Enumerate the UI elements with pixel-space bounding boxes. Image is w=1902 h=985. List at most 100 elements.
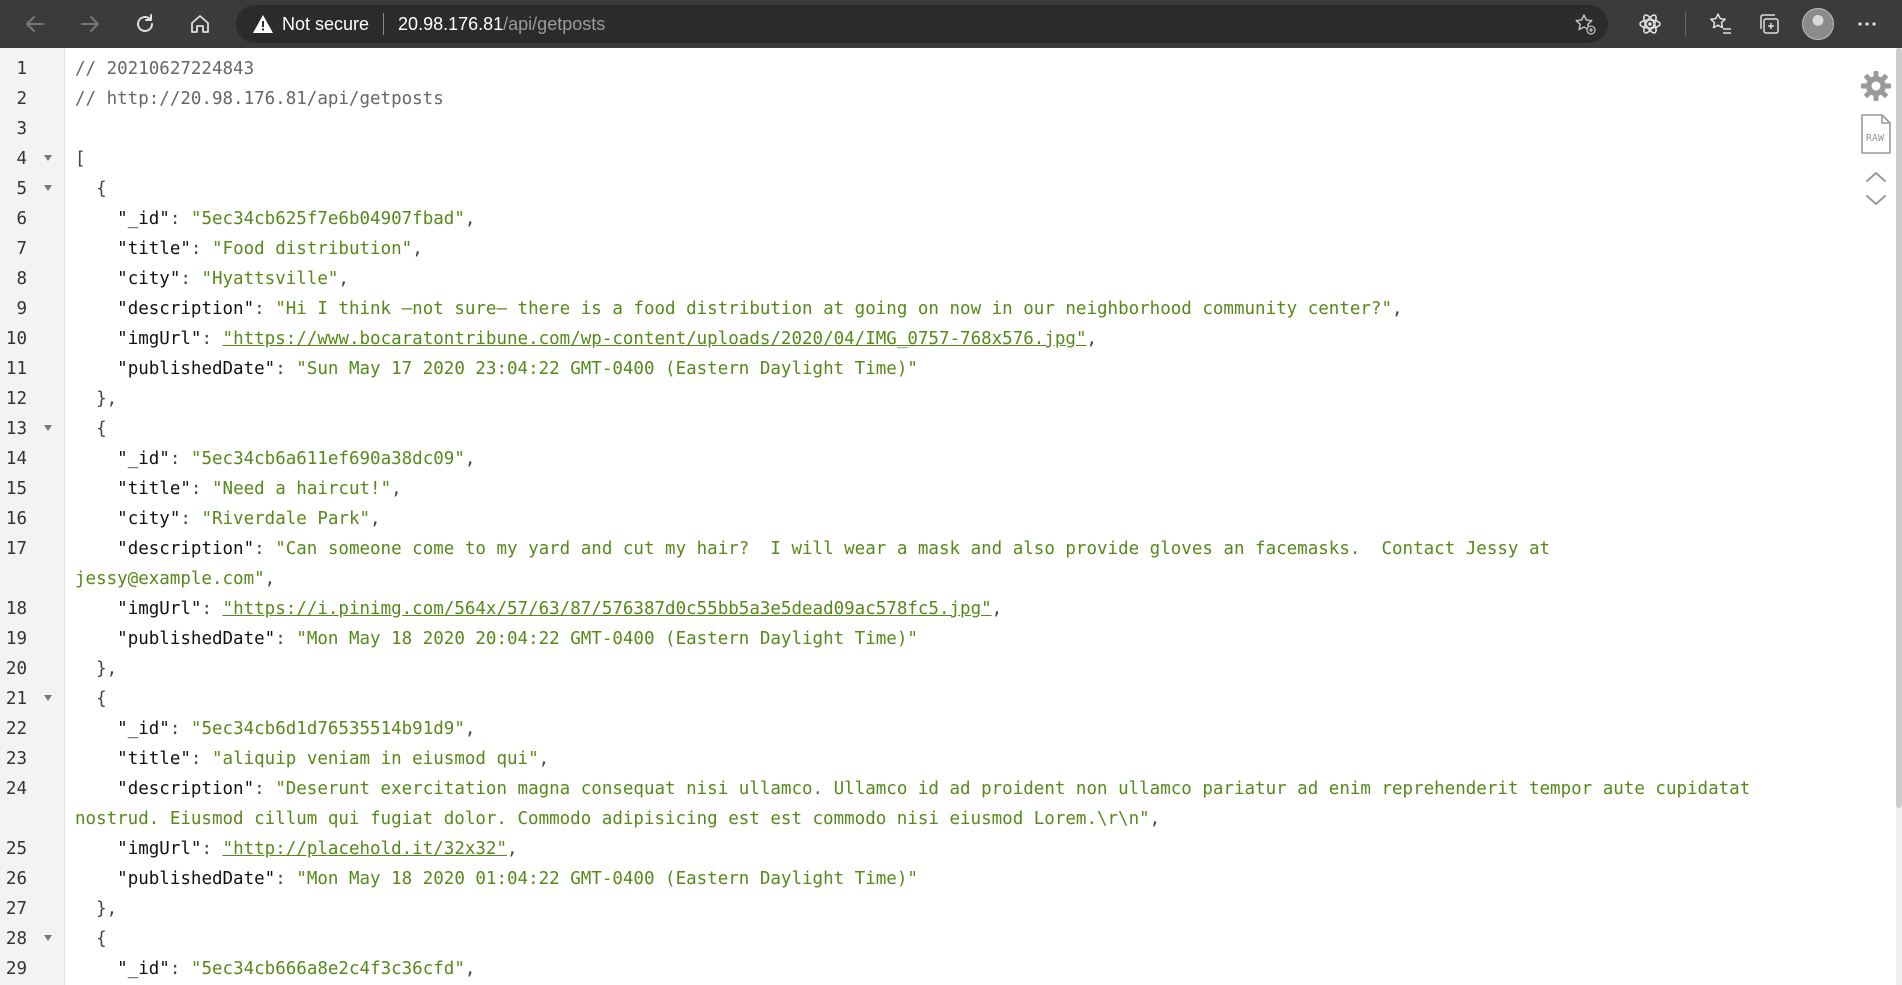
json-punctuation: , — [464, 209, 476, 229]
json-key: "_id" — [75, 449, 170, 469]
json-key: "imgUrl" — [75, 599, 202, 619]
arrow-left-icon — [26, 16, 44, 32]
code-line: 25 "imgUrl": "http://placehold.it/32x32"… — [0, 834, 1840, 864]
line-content: { — [75, 414, 1755, 444]
fold-toggle-icon[interactable] — [44, 425, 52, 431]
home-button[interactable] — [179, 3, 221, 45]
json-punctuation: : — [169, 959, 191, 979]
security-label[interactable]: Not secure — [282, 14, 369, 35]
line-number: 6 — [16, 209, 27, 229]
fold-toggle-icon[interactable] — [44, 935, 52, 941]
code-line: 10 "imgUrl": "https://www.bocaratontribu… — [0, 324, 1840, 354]
expand-all-button[interactable] — [1865, 191, 1887, 210]
json-punctuation: { — [75, 419, 107, 439]
json-string: "Can someone come to my yard and cut my … — [75, 539, 1561, 589]
json-punctuation: : — [190, 749, 212, 769]
json-punctuation: : — [275, 869, 297, 889]
json-string: "5ec34cb6d1d76535514b91d9" — [190, 719, 465, 739]
json-string: "Need a haircut!" — [212, 479, 392, 499]
json-key: "_id" — [75, 959, 170, 979]
line-content: "city": "Hyattsville", — [75, 264, 1755, 294]
line-number: 9 — [16, 299, 27, 319]
json-punctuation: : — [254, 299, 276, 319]
json-key: "city" — [75, 269, 181, 289]
line-content: "description": "Deserunt exercitation ma… — [75, 774, 1755, 834]
add-favorite-button[interactable] — [1574, 13, 1596, 39]
json-punctuation: , — [464, 719, 476, 739]
json-string: "5ec34cb625f7e6b04907fbad" — [190, 209, 465, 229]
collapse-all-button[interactable] — [1865, 168, 1887, 187]
nav-buttons — [0, 3, 221, 45]
line-content: "title": "Need a haircut!", — [75, 474, 1755, 504]
scrollbar-thumb[interactable] — [1896, 48, 1902, 808]
code-line: 22 "_id": "5ec34cb6d1d76535514b91d9", — [0, 714, 1840, 744]
line-number: 27 — [5, 899, 27, 919]
extension-button[interactable] — [1629, 3, 1671, 45]
line-content: "imgUrl": "https://i.pinimg.com/564x/57/… — [75, 594, 1755, 624]
line-number: 29 — [5, 959, 27, 979]
json-punctuation: , — [264, 569, 276, 589]
json-punctuation: { — [75, 929, 107, 949]
line-number: 25 — [5, 839, 27, 859]
line-content: "imgUrl": "https://www.bocaratontribune.… — [75, 324, 1755, 354]
json-punctuation: : — [201, 839, 223, 859]
code-line: 16 "city": "Riverdale Park", — [0, 504, 1840, 534]
settings-button[interactable] — [1858, 68, 1894, 104]
json-punctuation: : — [190, 239, 212, 259]
gear-icon — [1861, 71, 1891, 101]
line-content: "title": "Food distribution", — [75, 234, 1755, 264]
line-content: "publishedDate": "Mon May 18 2020 20:04:… — [75, 624, 1755, 654]
json-punctuation: : — [169, 719, 191, 739]
json-key: "description" — [75, 779, 255, 799]
json-punctuation: , — [991, 599, 1003, 619]
line-content: // http://20.98.176.81/api/getposts — [75, 84, 1755, 114]
json-url-link[interactable]: "https://www.bocaratontribune.com/wp-con… — [223, 329, 1087, 349]
json-key: "title" — [75, 479, 191, 499]
line-number: 20 — [5, 659, 27, 679]
json-punctuation: : — [180, 269, 202, 289]
json-punctuation: : — [201, 329, 223, 349]
line-content: "title": "aliquip veniam in eiusmod qui"… — [75, 744, 1755, 774]
json-string: "Mon May 18 2020 20:04:22 GMT-0400 (East… — [296, 629, 918, 649]
code-line: 8 "city": "Hyattsville", — [0, 264, 1840, 294]
chevron-up-icon — [1866, 172, 1886, 182]
fold-toggle-icon[interactable] — [44, 185, 52, 191]
code-line: 4[ — [0, 144, 1840, 174]
fold-toggle-icon[interactable] — [44, 155, 52, 161]
url-text[interactable]: 20.98.176.81/api/getposts — [398, 14, 605, 35]
address-bar[interactable]: Not secure 20.98.176.81/api/getposts — [236, 5, 1608, 43]
json-punctuation: , — [412, 239, 423, 259]
warning-triangle-icon[interactable] — [252, 13, 274, 35]
back-button[interactable] — [14, 3, 56, 45]
scrollbar[interactable] — [1896, 48, 1902, 985]
forward-button[interactable] — [69, 3, 111, 45]
json-url-link[interactable]: "https://i.pinimg.com/564x/57/63/87/5763… — [223, 599, 992, 619]
collections-button[interactable] — [1748, 3, 1790, 45]
json-key: "description" — [75, 299, 255, 319]
line-number: 5 — [16, 179, 27, 199]
comment-text: // 20210627224843 — [75, 59, 255, 79]
code-line: 29 "_id": "5ec34cb666a8e2c4f3c36cfd", — [0, 954, 1840, 984]
json-punctuation: : — [169, 449, 191, 469]
line-content: "_id": "5ec34cb6d1d76535514b91d9", — [75, 714, 1755, 744]
json-string: "Sun May 17 2020 23:04:22 GMT-0400 (East… — [296, 359, 918, 379]
line-number: 1 — [16, 59, 27, 79]
arrow-right-icon — [81, 16, 99, 32]
collections-icon — [1760, 14, 1779, 34]
line-number: 22 — [5, 719, 27, 739]
more-menu-button[interactable] — [1846, 3, 1888, 45]
json-punctuation: : — [190, 479, 212, 499]
profile-avatar[interactable] — [1802, 8, 1834, 40]
json-key: "publishedDate" — [75, 359, 276, 379]
json-url-link[interactable]: "http://placehold.it/32x32" — [223, 839, 507, 859]
refresh-button[interactable] — [124, 3, 166, 45]
raw-label: RAW — [1866, 133, 1885, 144]
favorites-button[interactable] — [1700, 3, 1742, 45]
home-icon — [191, 15, 209, 33]
fold-toggle-icon[interactable] — [44, 695, 52, 701]
atom-icon — [1639, 14, 1661, 34]
raw-view-button[interactable]: RAW — [1858, 112, 1894, 156]
json-punctuation: }, — [75, 899, 118, 919]
code-line: 14 "_id": "5ec34cb6a611ef690a38dc09", — [0, 444, 1840, 474]
json-punctuation: : — [275, 359, 297, 379]
